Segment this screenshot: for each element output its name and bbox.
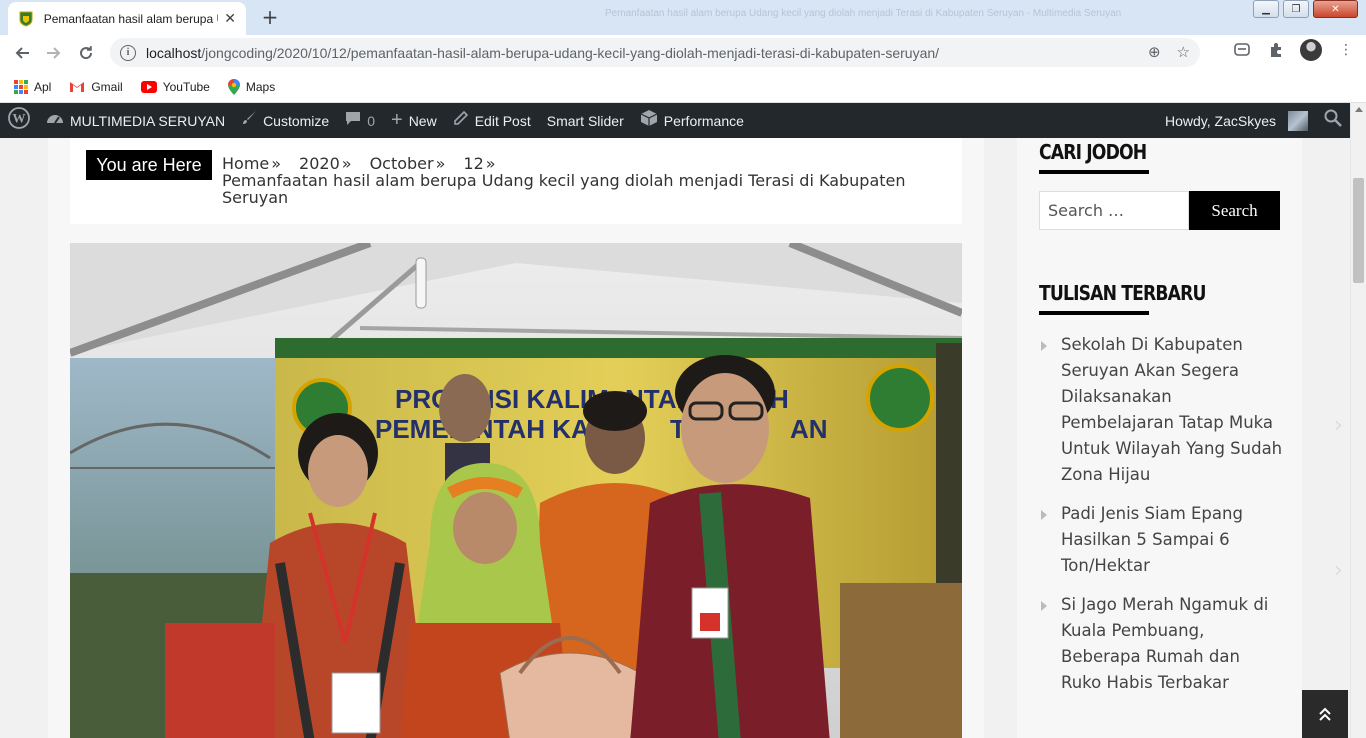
banner-text-line2c: AN [790,414,828,444]
minimize-button[interactable]: ▁ [1253,0,1279,18]
extension-chat-icon[interactable] [1232,40,1252,60]
bookmark-apps[interactable]: Apl [14,79,51,94]
bookmarks-bar: Apl Gmail YouTube Maps [0,71,1366,103]
search-placeholder: Search … [1048,201,1125,220]
banner-text-line1: PROVINSI KALIM [395,384,609,414]
new-tab-button[interactable]: + [256,5,284,29]
recent-post-link[interactable]: Sekolah Di Kabupaten Seruyan Akan Segera… [1039,332,1284,488]
close-window-button[interactable]: ✕ [1313,0,1358,18]
pencil-icon [453,110,469,131]
tab-title: Pemanfaatan hasil alam berupa U [43,11,219,26]
page-scrollbar[interactable] [1350,103,1366,738]
scroll-up-arrow-icon[interactable] [1355,107,1363,112]
address-bar[interactable]: i localhost/jongcoding/2020/10/12/pemanf… [110,38,1200,67]
widget-underline [1039,170,1149,174]
browser-menu-icon[interactable]: ⋮ [1336,40,1356,60]
my-account-menu[interactable]: Howdy, ZacSkyes [1157,103,1316,138]
main-column: You are Here Home» 2020» October» 12» Peman… [48,138,984,738]
bookmark-gmail[interactable]: Gmail [69,80,123,94]
user-avatar [1288,110,1308,131]
decorative-chevron-icon: › [1334,413,1343,438]
bookmark-maps[interactable]: Maps [227,78,275,95]
site-name-menu[interactable]: MULTIMEDIA SERUYAN [38,103,233,138]
youtube-icon [140,80,157,93]
wp-logo-button[interactable]: W [0,103,38,138]
scrollbar-thumb[interactable] [1353,178,1364,283]
browser-toolbar: i localhost/jongcoding/2020/10/12/pemanf… [0,35,1366,71]
admin-search-button[interactable] [1316,103,1350,138]
plus-icon: + [391,109,403,131]
customize-link[interactable]: Customize [233,103,337,138]
forward-arrow-icon[interactable] [38,37,70,69]
search-input[interactable]: Search … [1039,191,1189,230]
zoom-icon[interactable]: ⊕ [1148,43,1161,61]
dashboard-gauge-icon [46,110,64,131]
performance-menu[interactable]: Performance [632,103,752,138]
maps-icon [227,78,240,95]
breadcrumb-trail: Home» 2020» October» 12» Pemanfaatan hasil … [222,155,942,206]
featured-image: PROVINSI KALIM NTAN H PEMERINTAH KA TEN … [70,243,962,738]
restore-button[interactable]: ❐ [1283,0,1309,18]
recent-post-link[interactable]: Padi Jenis Siam Epang Hasilkan 5 Sampai … [1039,501,1284,579]
widget-underline [1039,311,1149,315]
tab-close-icon[interactable]: ✕ [224,11,236,27]
breadcrumb-label: You are Here [86,150,212,180]
performance-cube-icon [640,109,658,132]
smart-slider-link[interactable]: Smart Slider [539,103,632,138]
edit-post-link[interactable]: Edit Post [445,103,539,138]
window-title: Pemanfaatan hasil alam berupa Udang keci… [605,8,1122,19]
page-content: You are Here Home» 2020» October» 12» Peman… [0,138,1350,738]
recent-posts-list: Sekolah Di Kabupaten Seruyan Akan Segera… [1039,332,1284,709]
site-info-icon[interactable]: i [120,44,136,61]
wp-admin-bar: W MULTIMEDIA SERUYAN Customize 0 + New E… [0,103,1350,138]
svg-text:W: W [13,111,26,126]
sidebar: CARI JODOH Search … Search TULISAN TERBA… [1017,138,1302,738]
decorative-chevron-icon: › [1334,558,1343,583]
browser-tab-active[interactable]: Pemanfaatan hasil alam berupa U ✕ [8,2,246,35]
apps-grid-icon [14,79,28,94]
bookmark-youtube[interactable]: YouTube [140,80,210,94]
breadcrumb: You are Here Home» 2020» October» 12» Peman… [70,138,962,224]
back-arrow-icon[interactable] [6,37,38,69]
comment-bubble-icon [345,110,361,131]
new-content-menu[interactable]: + New [383,103,445,138]
double-chevron-up-icon [1319,707,1331,721]
extensions-puzzle-icon[interactable] [1266,40,1286,60]
url-text: localhost/jongcoding/2020/10/12/pemanfaa… [146,44,940,61]
bookmark-star-icon[interactable]: ☆ [1177,43,1190,61]
search-icon [1324,109,1342,132]
search-button[interactable]: Search [1189,191,1280,230]
recent-posts-title: TULISAN TERBARU [1039,281,1206,305]
search-widget-title: CARI JODOH [1039,140,1147,164]
recent-post-link[interactable]: Si Jago Merah Ngamuk di Kuala Pembuang, … [1039,592,1284,696]
reload-icon[interactable] [70,37,102,69]
wordpress-logo-icon: W [8,107,30,134]
scroll-to-top-button[interactable] [1302,690,1348,738]
breadcrumb-current: Pemanfaatan hasil alam berupa Udang keci… [222,171,906,207]
comments-link[interactable]: 0 [337,103,383,138]
browser-tab-strip: Pemanfaatan hasil alam berupa U ✕ + Pema… [0,0,1366,35]
gmail-icon [69,81,85,93]
profile-avatar[interactable] [1300,39,1322,61]
site-favicon-icon [18,11,34,27]
paintbrush-icon [241,110,257,131]
